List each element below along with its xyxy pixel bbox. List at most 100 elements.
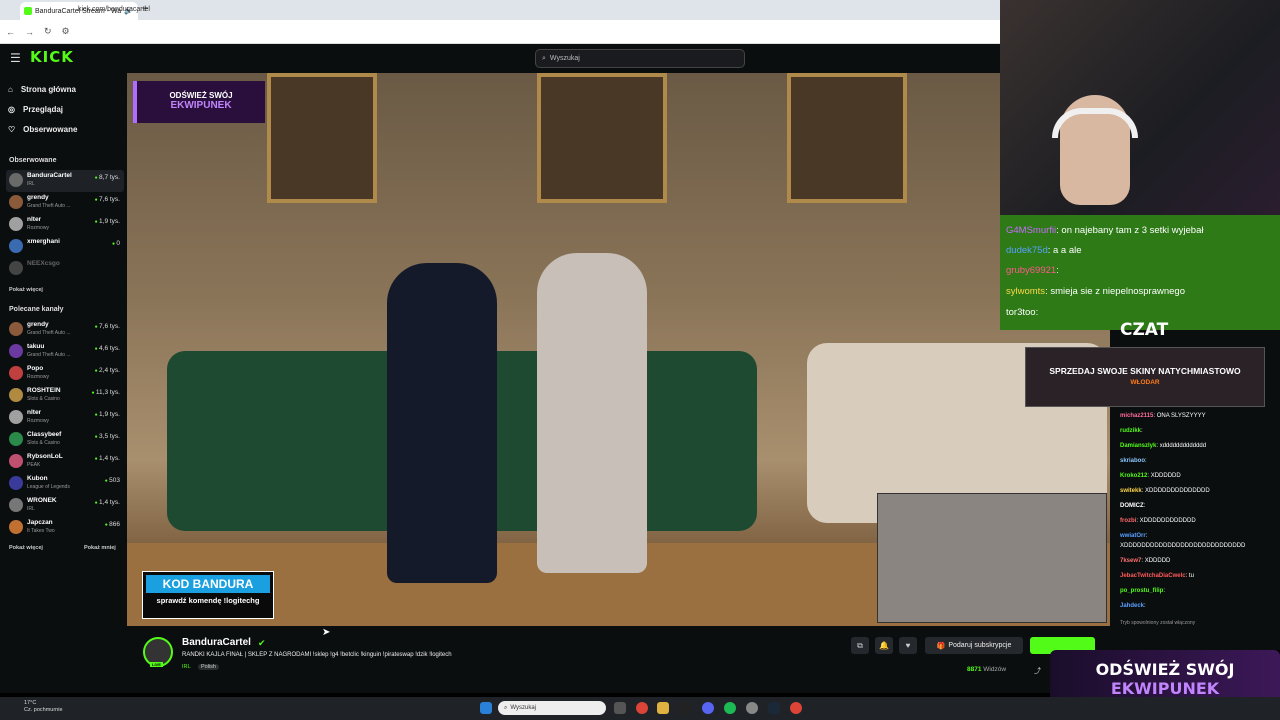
- hamburger-menu-icon[interactable]: ☰: [10, 51, 21, 65]
- app-icon[interactable]: [679, 702, 691, 714]
- nav-following[interactable]: ♡ Obserwowane: [8, 125, 77, 134]
- chrome-icon[interactable]: [636, 702, 648, 714]
- video-player[interactable]: ODŚWIEŻ SWÓJ EKWIPUNEK KOD BANDURA spraw…: [127, 73, 1110, 626]
- sidebar-channel[interactable]: NEEXcsgo: [6, 258, 124, 280]
- sidebar-channel[interactable]: grendyGrand Theft Auto ...7,6 tys.: [6, 192, 124, 214]
- task-view-icon[interactable]: [614, 702, 626, 714]
- sidebar-channel[interactable]: BanduraCartelIRL8,7 tys.: [6, 170, 124, 192]
- browser-tab-strip: [0, 0, 1000, 20]
- avatar: [9, 498, 23, 512]
- nav-home[interactable]: ⌂ Strona główna: [8, 85, 76, 94]
- chat-message: Kroko212: XDDDDDD: [1120, 473, 1181, 479]
- sidebar-channel[interactable]: nlterRozmowy1,9 tys.: [6, 407, 124, 429]
- obs-icon[interactable]: [746, 702, 758, 714]
- share-icon[interactable]: ⤴: [1034, 666, 1041, 676]
- heart-icon[interactable]: ♥: [899, 637, 917, 654]
- spotify-icon[interactable]: [724, 702, 736, 714]
- followed-heading: Obserwowane: [9, 157, 57, 164]
- chat-title: CZAT: [1120, 320, 1169, 340]
- sidebar-channel[interactable]: ClassybeefSlots & Casino3,5 tys.: [6, 429, 124, 451]
- overlay-chat-message: tor3too:: [1006, 307, 1039, 318]
- chat-message: frozbi: XDDDDDDDDDDDD: [1120, 518, 1196, 524]
- wall-portrait: [537, 73, 667, 203]
- compass-icon: ◎: [8, 105, 15, 114]
- search-icon: ⌕: [542, 54, 546, 62]
- search-placeholder: Wyszukaj: [549, 55, 580, 62]
- chrome-icon[interactable]: [790, 702, 802, 714]
- sidebar-channel[interactable]: takuuGrand Theft Auto ...4,6 tys.: [6, 341, 124, 363]
- overlay-chat-message: dudek75d: a a ale: [1006, 245, 1082, 256]
- sidebar-channel[interactable]: nlterRozmowy1,9 tys.: [6, 214, 124, 236]
- heart-icon: ♡: [8, 125, 16, 134]
- avatar: [9, 520, 23, 534]
- chat-message: Damianszlyk: xddddddddddddd: [1120, 443, 1207, 449]
- gift-subscription-button[interactable]: 🎁 Podaruj subskrypcje: [925, 637, 1023, 654]
- sidebar-channel[interactable]: ROSHTEINSlots & Casino11,3 tys.: [6, 385, 124, 407]
- show-more-recommended[interactable]: Pokaż więcej: [9, 545, 43, 551]
- mouse-cursor-icon: ➤: [322, 627, 331, 638]
- search-input[interactable]: ⌕ Wyszukaj: [535, 49, 745, 68]
- file-explorer-icon[interactable]: [657, 702, 669, 714]
- streamer-name[interactable]: BanduraCartel: [182, 637, 251, 648]
- discord-icon[interactable]: [702, 702, 714, 714]
- overlay-chat-message: G4MSmurfii: on najebany tam z 3 setki wy…: [1006, 225, 1204, 236]
- sidebar-channel[interactable]: grendyGrand Theft Auto ...7,6 tys.: [6, 319, 124, 341]
- windows-start-icon[interactable]: [480, 702, 492, 714]
- chat-message: po_prostu_filip:: [1120, 588, 1166, 594]
- avatar: [9, 388, 23, 402]
- avatar: [9, 432, 23, 446]
- headphones-icon: [1052, 108, 1138, 138]
- chat-message: XDDDDDDDDDDDDDDDDDDDDDDDDDDDD: [1120, 543, 1246, 549]
- viewer-count: 8871 Widzów: [967, 666, 1007, 673]
- address-bar: ← → ↻ ⚙: [0, 20, 1000, 44]
- language-tag[interactable]: Polish: [198, 664, 219, 670]
- sidebar-channel[interactable]: KubonLeague of Legends503: [6, 473, 124, 495]
- taskbar-search[interactable]: ⌕ Wyszukaj: [498, 701, 606, 715]
- site-header: [0, 44, 1000, 73]
- wall-portrait: [787, 73, 907, 203]
- home-icon: ⌂: [8, 85, 13, 94]
- promo-code-overlay: KOD BANDURA sprawdź komendę !logitechg: [142, 571, 274, 619]
- webcam-overlay: [1000, 0, 1280, 215]
- avatar: [9, 344, 23, 358]
- verified-icon: ✔: [258, 638, 266, 648]
- chat-message: skriaboo:: [1120, 458, 1147, 464]
- nav-browse[interactable]: ◎ Przeglądaj: [8, 105, 63, 114]
- site-info-icon[interactable]: ⚙: [62, 26, 70, 37]
- chat-message: Jahdeck:: [1120, 603, 1146, 609]
- sidebar-channel[interactable]: RybsonLoLPEAK1,4 tys.: [6, 451, 124, 473]
- avatar: [9, 476, 23, 490]
- avatar: [9, 454, 23, 468]
- weather-widget[interactable]: 17°C Cz. pochmurnie: [24, 700, 63, 714]
- avatar: [9, 366, 23, 380]
- sidebar-channel[interactable]: PopoRozmowy2,4 tys.: [6, 363, 124, 385]
- bell-icon[interactable]: 🔔: [875, 637, 893, 654]
- search-icon: ⌕: [504, 704, 508, 711]
- url-field[interactable]: kick.com/banduracartel: [78, 6, 150, 13]
- kick-logo[interactable]: KICK: [30, 48, 74, 66]
- reload-icon[interactable]: ↻: [44, 26, 52, 37]
- gift-icon: 🎁: [936, 642, 946, 650]
- person-silhouette: [537, 253, 647, 573]
- sidebar-channel[interactable]: JapczanIt Takes Two866: [6, 517, 124, 539]
- kick-favicon-icon: [24, 7, 32, 15]
- show-less-recommended[interactable]: Pokaż mniej: [84, 545, 116, 551]
- stream-title: RANDKI KAJLA FINAŁ | SKLEP Z NAGRODAMI !…: [182, 652, 452, 658]
- show-more-followed[interactable]: Pokaż więcej: [9, 287, 43, 293]
- recommended-heading: Polecane kanały: [9, 306, 64, 313]
- clip-icon[interactable]: ⧉: [851, 637, 869, 654]
- avatar: [9, 322, 23, 336]
- chat-message: michaz2115: ONA SLYSZYYYY: [1120, 413, 1206, 419]
- back-icon[interactable]: ←: [6, 27, 15, 37]
- promo-overlay-top: ODŚWIEŻ SWÓJ EKWIPUNEK: [133, 81, 265, 123]
- forward-icon[interactable]: →: [25, 27, 34, 37]
- overlay-chat-message: gruby69921:: [1006, 265, 1059, 276]
- inset-camera: [877, 493, 1107, 623]
- avatar: [9, 173, 23, 187]
- chat-message: 7ksew7: XDDDDD: [1120, 558, 1171, 564]
- sidebar-channel[interactable]: WRONEKIRL1,4 tys.: [6, 495, 124, 517]
- stream-category[interactable]: IRL: [182, 664, 191, 670]
- sidebar-channel[interactable]: xmerghani0: [6, 236, 124, 258]
- chat-message: switekk: XDDDDDDDDDDDDDD: [1120, 488, 1210, 494]
- steam-icon[interactable]: [768, 702, 780, 714]
